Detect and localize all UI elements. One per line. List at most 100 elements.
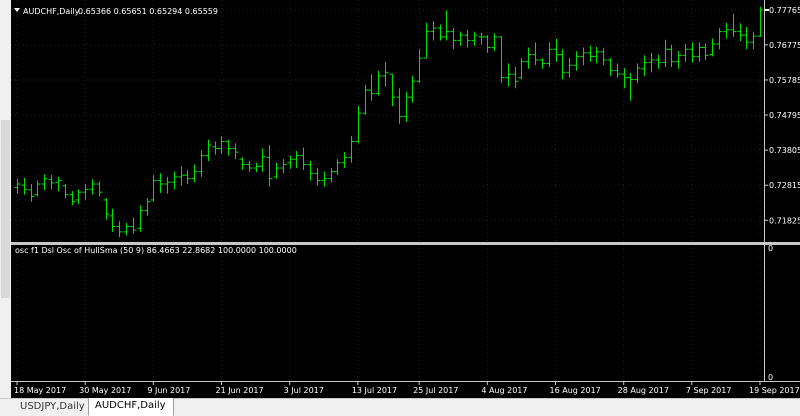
ohlc-bar [600, 48, 607, 66]
ohlc-bar [34, 180, 41, 197]
ohlc-bar [157, 173, 164, 193]
indicator-axis-top: 0 [768, 244, 773, 253]
price-axis-label: 0.77765 [769, 6, 800, 15]
chart-window[interactable]: AUDCHF,Daily 0.65366 0.65651 0.65294 0.6… [11, 0, 800, 398]
ohlc-bar [553, 38, 560, 62]
ohlc-bar [648, 52, 655, 73]
ohlc-bar [423, 22, 430, 59]
price-axis: 0.77765 0.76775 0.75785 0.74795 0.73805 0.728… [764, 6, 800, 225]
ohlc-bar [239, 157, 246, 170]
ohlc-bar [498, 36, 505, 83]
ohlc-bar [205, 139, 212, 161]
price-axis-label: 0.76775 [769, 41, 800, 50]
ohlc-bar [21, 177, 28, 195]
ohlc-bar [246, 160, 253, 172]
ohlc-bar [75, 189, 82, 205]
ohlc-bar [655, 54, 662, 69]
price-axis-label: 0.75785 [769, 76, 800, 85]
time-axis: 18 May 2017 30 May 2017 9 Jun 2017 21 Jun 2… [14, 382, 800, 395]
pane-divider[interactable] [11, 242, 800, 245]
ohlc-bar [287, 155, 294, 169]
ohlc-bar [382, 61, 389, 87]
ohlc-bar [471, 31, 478, 46]
price-axis-label: 0.74795 [769, 111, 800, 120]
ohlc-bar [539, 58, 546, 69]
ohlc-bar [621, 68, 628, 89]
indicator-axis-bottom: 0 [768, 373, 773, 382]
ohlc-bar [321, 171, 328, 187]
tab-usdjpy-daily[interactable]: USDJPY,Daily [14, 399, 96, 415]
time-axis-label: 30 May 2017 [79, 386, 131, 395]
time-axis-label: 3 Jul 2017 [284, 386, 324, 395]
ohlc-bar [702, 43, 709, 60]
ohlc-bar [457, 31, 464, 46]
ohlc-bar [389, 73, 396, 107]
ohlc-bar [218, 136, 225, 154]
ohlc-bar [662, 39, 669, 68]
time-axis-label: 19 Sep 2017 [749, 386, 800, 395]
ohlc-bar [266, 145, 273, 187]
ohlc-bar [491, 33, 498, 52]
chart-canvas[interactable]: AUDCHF,Daily 0.65366 0.65651 0.65294 0.6… [11, 0, 800, 398]
ohlc-bar [696, 42, 703, 62]
ohlc-bar [627, 73, 634, 101]
chart-tab-bar: USDJPY,Daily AUDCHF,Daily [0, 398, 800, 416]
time-axis-label: 9 Jun 2017 [147, 386, 190, 395]
ohlc-bar [478, 32, 485, 45]
ohlc-bar [355, 106, 362, 144]
ohlc-bar [212, 141, 219, 155]
time-axis-label: 21 Jun 2017 [215, 386, 263, 395]
ohlc-bar [607, 58, 614, 76]
ohlc-bar [723, 22, 730, 39]
ohlc-bar [682, 43, 689, 62]
ohlc-bar [225, 139, 232, 156]
ohlc-bar [62, 183, 69, 199]
time-axis-label: 4 Aug 2017 [481, 386, 527, 395]
ohlc-bar [150, 175, 157, 202]
ohlc-bar [14, 178, 21, 194]
symbol-label: AUDCHF,Daily [23, 7, 80, 16]
ohlc-bar [743, 26, 750, 50]
time-axis-label: 25 Jul 2017 [413, 386, 458, 395]
ohlc-bar [464, 29, 471, 48]
ohlc-bar [82, 183, 89, 200]
last-price-marker [765, 8, 769, 11]
ohlc-bar [532, 42, 539, 66]
ohlc-bar [573, 51, 580, 71]
ohlc-bar [484, 35, 491, 53]
ohlc-bar [273, 162, 280, 179]
price-axis-label: 0.71825 [769, 216, 800, 225]
ohlc-bar [96, 181, 103, 197]
ohlc-bar [737, 23, 744, 42]
tab-audchf-daily[interactable]: AUDCHF,Daily [88, 398, 174, 416]
time-axis-label: 16 Aug 2017 [550, 386, 601, 395]
ohlc-bar [48, 175, 55, 190]
ohlc-bar [409, 75, 416, 103]
ohlc-bar [750, 31, 757, 50]
ohlc-bar [730, 13, 737, 37]
ohlc-bar [314, 168, 321, 186]
ohlc-bar [525, 47, 532, 69]
time-axis-label: 18 May 2017 [14, 386, 66, 395]
ohlc-bar [505, 63, 512, 87]
ohlc-bar [641, 55, 648, 76]
chart-grid [11, 0, 763, 381]
ohlc-bar [280, 159, 287, 174]
ohlc-bar [362, 84, 369, 115]
ohlc-bar [116, 221, 123, 238]
ohlc-bar [668, 44, 675, 68]
ohlc-bar [518, 58, 525, 80]
ohlc-label: 0.65366 0.65651 0.65294 0.65559 [78, 7, 218, 16]
ohlc-bar [171, 171, 178, 190]
scrollbar-thumb[interactable] [1, 120, 10, 298]
ohlc-bar [178, 166, 185, 186]
ohlc-bar [566, 58, 573, 78]
ohlc-bar [416, 49, 423, 83]
ohlc-bar [716, 28, 723, 50]
ohlc-bar [675, 51, 682, 69]
ohlc-bar [253, 162, 260, 173]
ohlc-bar [403, 91, 410, 122]
ohlc-bar [89, 179, 96, 195]
ohlc-bar [137, 205, 144, 232]
ohlc-bar [341, 152, 348, 169]
